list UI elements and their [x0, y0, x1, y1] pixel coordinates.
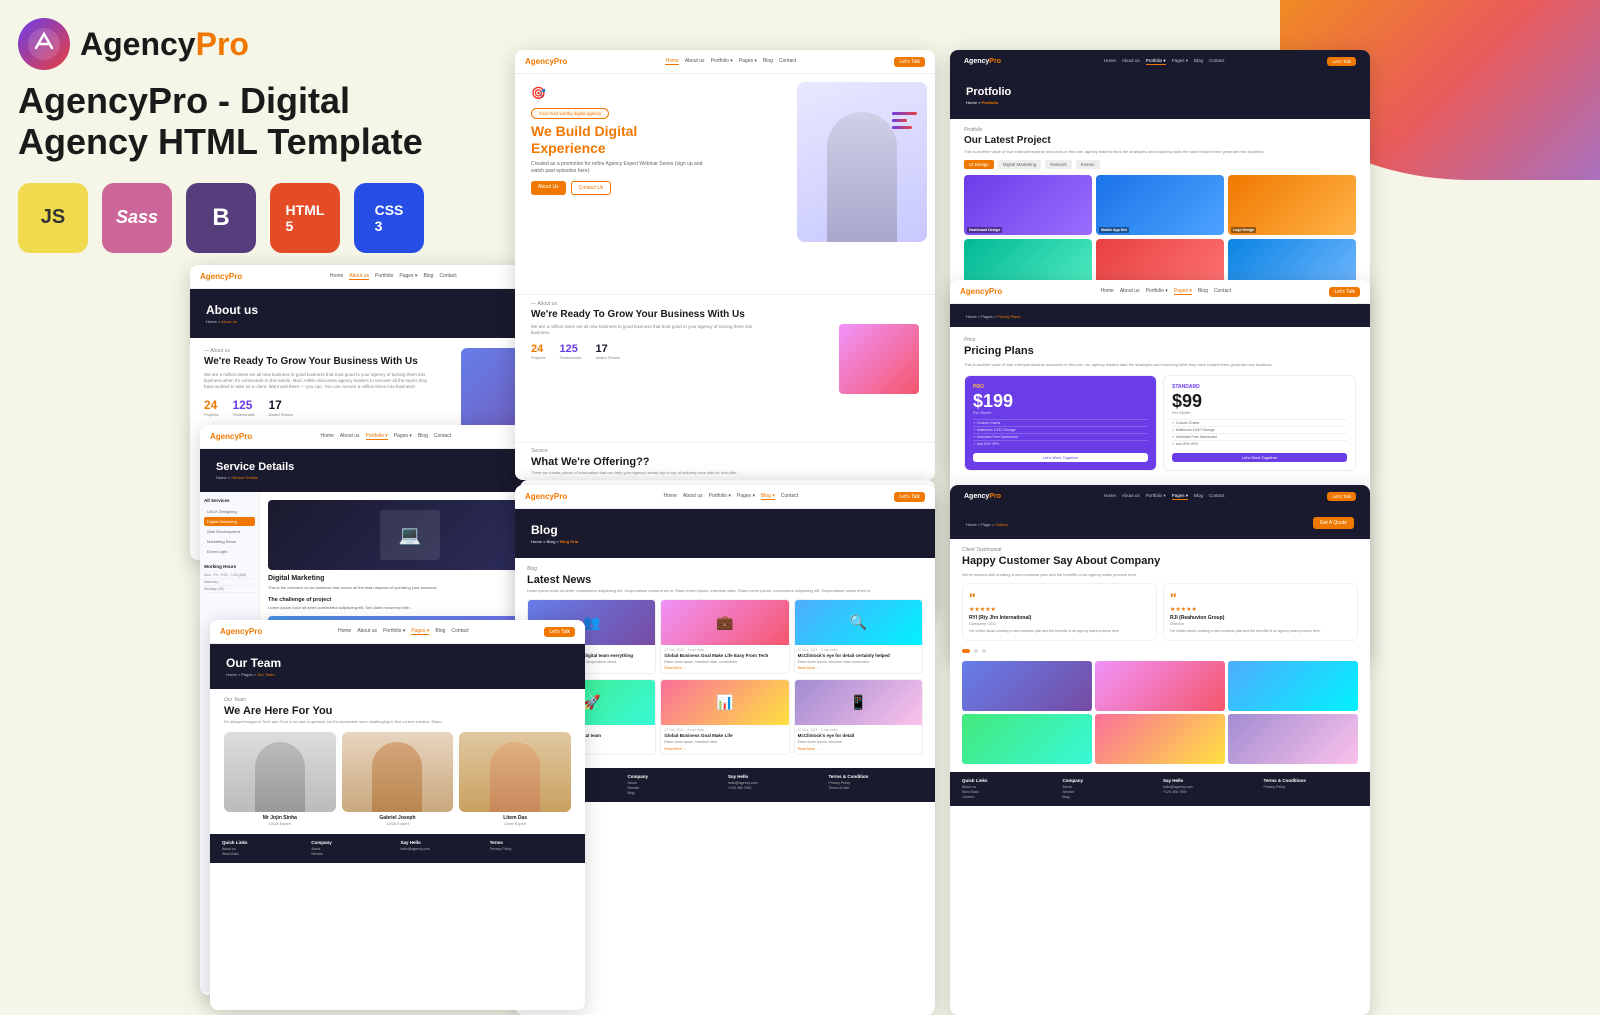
ss-hero-stats: 24 Projects 125 Testimonials 17 Award Sh… [531, 343, 829, 360]
testimonial-card-2: " ★★★★★ RJI (Reahuvion Group) Director I… [1163, 583, 1358, 641]
brand-logo: AgencyPro [18, 18, 478, 70]
ss-about-nav-logo: AgencyPro [200, 272, 242, 281]
ss-team-header: Our Team Home > Pages > Our Team [210, 644, 585, 689]
gallery-item-6 [1228, 714, 1358, 764]
ss-service-hours: Working Hours Mon - Fri : 9:00 - 1:00 (A… [204, 564, 255, 593]
ss-blog-nav: AgencyPro Home About us Portfolio ▾ Page… [515, 485, 935, 509]
ss-team-content: Our Team We Are Here For You It's always… [210, 689, 585, 834]
tech-icon-html: HTML5 [270, 183, 340, 253]
team-member-1: Mr Jojin Sinha 10/18 Expert [224, 732, 336, 826]
ss-portfolio-header: Protfolio Home > Portfolio [950, 72, 1370, 119]
ss-blog-header: Blog Home > Blog > Blog Grid [515, 509, 935, 558]
screenshot-hero: AgencyPro Home About us Portfolio ▾ Page… [515, 50, 935, 480]
tech-icon-js: JS [18, 183, 88, 253]
ss-team-footer: Quick Links About us Word Back Company A… [210, 834, 585, 863]
brand-title: AgencyPro - Digital Agency HTML Template [18, 80, 478, 163]
blog-card-2: 💼 17 Oct, 2021 · 3 min read Global Busin… [660, 599, 789, 674]
ss-testi-footer: Quick Links About us Word Back Careers C… [950, 772, 1370, 806]
blog-card-3: 🔍 17 Oct, 2021 · 3 min read McClintock's… [794, 599, 923, 674]
portfolio-item-3: Logo Design [1228, 175, 1356, 235]
ss-about-nav-links: Home About us Portfolio Pages ▾ Blog Con… [330, 273, 457, 280]
ss-blog-grid-1: 👥 11 Oct, 2021 · 3 min read From its med… [527, 599, 923, 674]
ss-stat-1: 24 Projects [204, 398, 218, 417]
ss-hero-about: — About us We're Ready To Grow Your Busi… [515, 294, 935, 401]
gallery-item-4 [962, 714, 1092, 764]
team-member-2: Gabriel Joseph 13/28 Expert [342, 732, 454, 826]
ss-testi-header: Home > Page > Gallery Get A Quote [950, 507, 1370, 539]
screenshot-team: AgencyPro Home About us Portfolio ▾ Page… [210, 620, 585, 1010]
ss-pricing-darkbar: Home > Pages > Pricing Plans [950, 304, 1370, 327]
ss-hero-person-img [797, 82, 927, 242]
gallery-item-1 [962, 661, 1092, 711]
tech-icon-css: CSS3 [354, 183, 424, 253]
ss-stat-2: 125 Testimonials [232, 398, 254, 417]
gallery-item-5 [1095, 714, 1225, 764]
ss-pricing-nav: AgencyPro Home About us Portfolio ▾ Page… [950, 280, 1370, 304]
blog-card-6: 📱 17 Oct, 2021 · 5 min read McClintock's… [794, 679, 923, 754]
testimonial-card-1: " ★★★★★ RYI (Riy Jhn International) Comp… [962, 583, 1157, 641]
ss-h-stat-2: 125 Testimonials [559, 343, 581, 360]
ss-h-stat-1: 24 Projects [531, 343, 545, 360]
ss-service-header: Service Details Home > Service Details [200, 449, 560, 492]
ss-hero-about-row: We are a million times set all new busin… [531, 324, 919, 394]
portfolio-item-2: Mobile App Dev [1096, 175, 1224, 235]
screenshots-collage: AgencyPro Home About us Portfolio Pages … [460, 30, 1600, 1000]
ss-testi-content: Client Testimonial Happy Customer Say Ab… [950, 539, 1370, 772]
ss-team-grid: Mr Jojin Sinha 10/18 Expert Gabriel Jose… [224, 732, 571, 826]
team-member-3: Litem Das Chief Expert [459, 732, 571, 826]
ss-service-main-img: 💻 [268, 500, 552, 570]
ss-portfolio-nav: AgencyPro Home About us Protfolio ▾ Page… [950, 50, 1370, 72]
ss-hero-nav: AgencyPro Home About us Portfolio ▾ Page… [515, 50, 935, 74]
ss-testi-dots [962, 649, 1358, 653]
tech-icon-sass: Sass [102, 183, 172, 253]
ss-stat-3: 17 Award Shown [268, 398, 293, 417]
ss-hero-content: 🎯 Your trust worthy digital agency We Bu… [531, 86, 731, 195]
gallery-item-3 [1228, 661, 1358, 711]
ss-about-stats: 24 Projects 125 Testimonials 17 Award Sh… [204, 398, 451, 417]
ss-price-card-standard: STANDARD $99 Per Month ✓ Custom Charts ✓… [1163, 375, 1356, 471]
ss-blog-grid-2: 🚀 17 Oct, 2021 · 5 min read From its med… [527, 679, 923, 754]
branding-area: AgencyPro AgencyPro - Digital Agency HTM… [18, 18, 478, 253]
tech-icons-row: JS Sass B HTML5 CSS3 [18, 183, 478, 253]
ss-hero-offering: Service What We're Offering?? There are … [515, 442, 935, 480]
ss-price-card-pro: PRO $199 Per Month ✓ Custom Charts ✓ Mai… [964, 375, 1157, 471]
gallery-item-2 [1095, 661, 1225, 711]
ss-portfolio-filters: UI Design Digital Marketing Network Even… [964, 160, 1356, 169]
ss-testi-nav: AgencyPro Home About us Portfolio ▾ Page… [950, 485, 1370, 507]
tech-icon-bootstrap: B [186, 183, 256, 253]
brand-name: AgencyPro [80, 26, 249, 63]
ss-hero-body: 🎯 Your trust worthy digital agency We Bu… [515, 74, 935, 480]
ss-team-nav: AgencyPro Home About us Portfolio ▾ Page… [210, 620, 585, 644]
logo-icon [18, 18, 70, 70]
ss-service-nav: AgencyPro Home About us Portfolio ▾ Page… [200, 425, 560, 449]
ss-gallery-grid [962, 661, 1358, 764]
blog-card-5: 📊 17 Oct, 2021 · 5 min read Global Busin… [660, 679, 789, 754]
ss-pricing-cards: PRO $199 Per Month ✓ Custom Charts ✓ Mai… [964, 375, 1356, 471]
ss-testimonial-cards: " ★★★★★ RYI (Riy Jhn International) Comp… [962, 583, 1358, 641]
ss-hero-btns: About Us Contact Us [531, 181, 731, 195]
screenshot-testimonial: AgencyPro Home About us Portfolio ▾ Page… [950, 485, 1370, 1015]
ss-h-stat-3: 17 Award Shown [595, 343, 620, 360]
portfolio-item-1: Dashboard Design [964, 175, 1092, 235]
